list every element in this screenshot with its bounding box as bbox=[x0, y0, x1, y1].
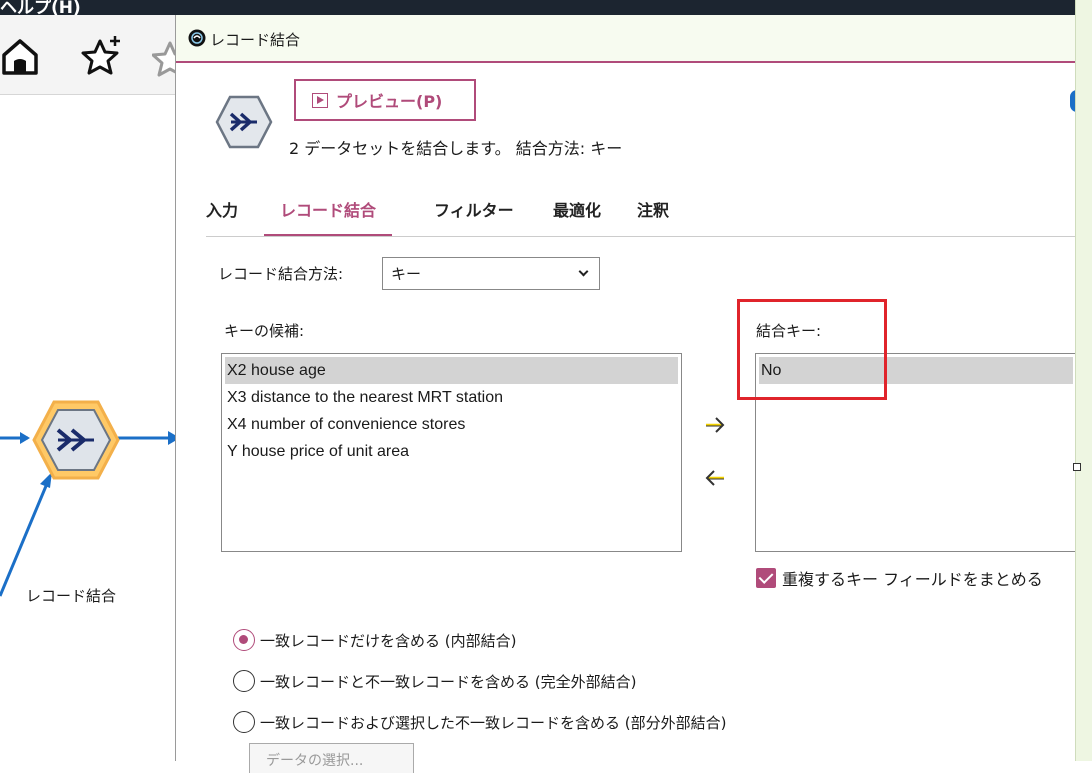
list-item[interactable]: Y house price of unit area bbox=[225, 438, 678, 465]
merge-keys-list[interactable]: No bbox=[755, 353, 1076, 552]
merge-duplicates-label: 重複するキー フィールドをまとめる bbox=[782, 570, 1043, 589]
dialog-titlebar[interactable]: レコード結合 bbox=[176, 15, 1076, 63]
tab-optimization[interactable]: 最適化 bbox=[553, 193, 601, 237]
partial-outer-join-option[interactable]: 一致レコードおよび選択した不一致レコードを含める (部分外部結合) bbox=[233, 709, 726, 735]
list-item[interactable]: X2 house age bbox=[225, 357, 678, 384]
merge-node-icon[interactable] bbox=[30, 398, 122, 482]
move-left-arrow-icon[interactable] bbox=[704, 468, 726, 488]
merge-node-large-icon bbox=[215, 95, 273, 149]
star-add-icon[interactable] bbox=[80, 35, 126, 77]
tab-annotation[interactable]: 注釈 bbox=[637, 193, 669, 237]
merge-duplicates-checkbox[interactable] bbox=[756, 568, 776, 588]
merge-dialog: レコード結合 プレビュー(P) 2 データセットを結合します。 結合方法: キー… bbox=[175, 15, 1084, 773]
merge-duplicates-row: 重複するキー フィールドをまとめる bbox=[756, 567, 1043, 589]
list-item[interactable]: X4 number of convenience stores bbox=[225, 411, 678, 438]
background-window-edge bbox=[1075, 0, 1092, 761]
merge-keys-label: 結合キー: bbox=[756, 322, 822, 340]
tab-merge[interactable]: レコード結合 bbox=[264, 193, 393, 237]
home-icon[interactable] bbox=[2, 37, 38, 75]
dialog-title: レコード結合 bbox=[210, 31, 301, 49]
merge-method-select[interactable]: キー bbox=[382, 257, 600, 290]
select-dataset-button[interactable]: データの選択... bbox=[249, 743, 414, 773]
menu-help[interactable]: ヘルプ(H) bbox=[0, 0, 81, 15]
preview-button-label: プレビュー(P) bbox=[336, 92, 443, 111]
list-item[interactable]: X3 distance to the nearest MRT station bbox=[225, 384, 678, 411]
move-right-arrow-icon[interactable] bbox=[704, 415, 726, 435]
merge-method-label: レコード結合方法: bbox=[218, 265, 344, 283]
resize-handle[interactable] bbox=[1073, 463, 1081, 471]
full-outer-join-radio[interactable] bbox=[233, 670, 255, 692]
app-logo-icon bbox=[188, 29, 206, 47]
partial-outer-join-radio[interactable] bbox=[233, 711, 255, 733]
tab-divider bbox=[206, 236, 1076, 237]
partial-outer-join-label: 一致レコードおよび選択した不一致レコードを含める (部分外部結合) bbox=[260, 713, 727, 732]
inner-join-radio[interactable] bbox=[233, 629, 255, 651]
full-outer-join-label: 一致レコードと不一致レコードを含める (完全外部結合) bbox=[260, 672, 637, 691]
key-candidates-label: キーの候補: bbox=[224, 322, 305, 340]
app-toolbar bbox=[0, 15, 180, 95]
merge-method-value: キー bbox=[391, 265, 422, 283]
app-menubar: ヘルプ(H) bbox=[0, 0, 1092, 15]
inner-join-option[interactable]: 一致レコードだけを含める (内部結合) bbox=[233, 627, 516, 653]
list-item[interactable]: No bbox=[759, 357, 1073, 384]
tab-input[interactable]: 入力 bbox=[206, 193, 238, 237]
chevron-down-icon bbox=[578, 266, 589, 277]
full-outer-join-option[interactable]: 一致レコードと不一致レコードを含める (完全外部結合) bbox=[233, 668, 636, 694]
canvas-node-label: レコード結合 bbox=[26, 587, 117, 605]
stream-canvas[interactable]: レコード結合 bbox=[0, 96, 180, 761]
key-candidates-list[interactable]: X2 house age X3 distance to the nearest … bbox=[221, 353, 682, 552]
dialog-description: 2 データセットを結合します。 結合方法: キー bbox=[289, 139, 623, 158]
inner-join-label: 一致レコードだけを含める (内部結合) bbox=[260, 631, 517, 650]
preview-button[interactable]: プレビュー(P) bbox=[294, 79, 476, 121]
play-icon bbox=[312, 92, 328, 108]
tab-filter[interactable]: フィルター bbox=[434, 193, 514, 237]
